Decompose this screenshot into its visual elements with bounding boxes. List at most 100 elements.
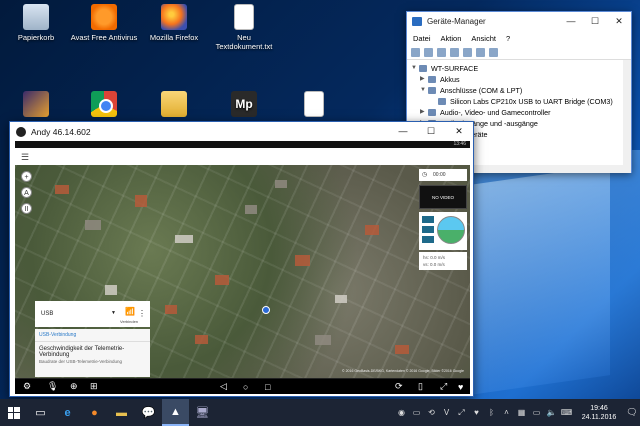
menu-ansicht[interactable]: Ansicht <box>471 34 496 43</box>
device-manager-icon <box>412 17 422 26</box>
tray-up-arrow-icon[interactable]: ˄ <box>499 408 514 417</box>
minimize-button[interactable]: — <box>559 16 583 27</box>
fullscreen-icon[interactable]: ⤢ <box>440 381 447 392</box>
hamburger-menu-icon[interactable]: ☰ <box>21 152 29 163</box>
status-time: 13:46 <box>453 141 466 147</box>
close-button[interactable]: ✕ <box>607 16 631 27</box>
device-manager-titlebar[interactable]: Geräte-Manager — ☐ ✕ <box>407 12 631 31</box>
phone-icon[interactable]: ▯ <box>418 381 423 392</box>
microphone-icon[interactable]: 🎙 <box>47 381 58 392</box>
recents-icon[interactable]: □ <box>265 382 270 392</box>
tray-heart-icon[interactable]: ♥ <box>469 408 484 417</box>
taskbar-firefox[interactable]: ● <box>81 399 108 426</box>
connection-type-select[interactable]: USB <box>41 311 53 317</box>
close-button[interactable]: ✕ <box>445 126 473 137</box>
system-tray: ◉ ▭ ⟲ V ⤢ ♥ ᛒ ˄ ▦ ▭ 🔈 ⌨ 19:46 24.11.2016… <box>394 399 640 426</box>
vertical-scrollbar[interactable] <box>623 60 631 173</box>
wifi-icon[interactable]: 📶 <box>125 307 135 316</box>
expand-arrow-icon[interactable]: ▶ <box>420 107 428 118</box>
connect-label[interactable]: Verbinden <box>120 319 138 324</box>
view-icon[interactable] <box>437 47 446 57</box>
andy-titlebar[interactable]: Andy 46.14.602 — ☐ ✕ <box>10 122 473 141</box>
desktop-icon-label: Papierkorb <box>17 33 55 42</box>
taskbar-chat[interactable]: 💬 <box>135 399 162 426</box>
telemetry-title[interactable]: Geschwindigkeit der Telemetrie-Verbindun… <box>35 342 150 359</box>
menu-aktion[interactable]: Aktion <box>441 34 462 43</box>
map-zoom-button[interactable]: + <box>21 171 32 182</box>
desktop-icon-pen-app[interactable] <box>0 91 72 120</box>
collapse-arrow-icon[interactable]: ▼ <box>420 85 428 96</box>
back-icon[interactable]: ◁ <box>220 381 227 392</box>
tray-v-icon[interactable]: V <box>439 408 454 417</box>
update-driver-icon[interactable] <box>476 47 485 57</box>
heart-icon[interactable]: ♥ <box>458 382 463 392</box>
properties-icon[interactable] <box>450 47 459 57</box>
desktop-icon-chrome[interactable] <box>68 91 140 120</box>
desktop-icon-recycle-bin[interactable]: Papierkorb <box>0 4 72 42</box>
menu-datei[interactable]: Datei <box>413 34 431 43</box>
maximize-button[interactable]: ☐ <box>417 126 445 137</box>
drone-position-marker[interactable] <box>262 306 270 314</box>
video-feed[interactable]: NO VIDEO AVAILABLE <box>419 185 467 224</box>
rotate-icon[interactable]: ⟳ <box>395 381 403 392</box>
document-icon <box>304 91 324 117</box>
forward-icon[interactable] <box>424 47 433 57</box>
battery-icon <box>428 76 436 83</box>
map-pause-button[interactable]: II <box>21 203 32 214</box>
desktop-icon-mission-planner[interactable]: Mp <box>208 91 280 120</box>
taskbar-device-manager[interactable]: 🖥 <box>189 399 216 426</box>
monitor-icon[interactable] <box>489 47 498 57</box>
tray-network-icon[interactable]: ▦ <box>514 408 529 417</box>
taskbar-clock[interactable]: 19:46 24.11.2016 <box>574 404 624 422</box>
android-navigation-bar: ⚙ 🎙 ⊕ ⊞ ◁ ○ □ ⟳ ▯ ⤢ ♥ <box>15 379 470 394</box>
help-icon[interactable] <box>463 47 472 57</box>
more-options-icon[interactable]: ⋮ <box>138 309 146 318</box>
tray-display-icon[interactable]: ▭ <box>409 408 424 417</box>
tree-item-ports[interactable]: ▼ Anschlüsse (COM & LPT) <box>411 85 627 96</box>
telemetry-button[interactable] <box>422 236 434 243</box>
tray-bluetooth-icon[interactable]: ᛒ <box>484 408 499 417</box>
back-icon[interactable] <box>411 47 420 57</box>
start-button[interactable] <box>0 399 27 426</box>
tree-item-akkus[interactable]: ▶ Akkus <box>411 74 627 85</box>
telemetry-button[interactable] <box>422 216 434 223</box>
map-auto-button[interactable]: A <box>21 187 32 198</box>
home-icon[interactable]: ○ <box>243 382 248 392</box>
tree-item-computer[interactable]: ▼ WT-SURFACE <box>411 63 627 74</box>
tray-keyboard-icon[interactable]: ⌨ <box>559 408 574 417</box>
tray-volume-icon[interactable]: 🔈 <box>544 408 559 417</box>
collapse-arrow-icon[interactable]: ▼ <box>411 63 419 74</box>
desktop-icon-avast[interactable]: Avast Free Antivirus <box>68 4 140 42</box>
expand-arrow-icon[interactable]: ▶ <box>420 74 428 85</box>
tray-battery-icon[interactable]: ▭ <box>529 408 544 417</box>
network-icon[interactable]: ⊞ <box>90 381 98 392</box>
desktop-icon-text-document[interactable]: Neu Textdokument.txt <box>208 4 280 51</box>
dropdown-arrow-icon[interactable]: ▼ <box>111 310 116 316</box>
desktop-icon-document[interactable] <box>278 91 350 120</box>
tree-item-cp210x[interactable]: Silicon Labs CP210x USB to UART Bridge (… <box>411 96 627 107</box>
tray-expand-icon[interactable]: ⤢ <box>454 408 469 418</box>
settings-icon[interactable]: ⚙ <box>23 381 31 392</box>
location-icon[interactable]: ⊕ <box>70 381 78 392</box>
taskbar-explorer[interactable]: ▬ <box>108 399 135 426</box>
tray-record-icon[interactable]: ◉ <box>394 408 409 417</box>
andy-emulator-window[interactable]: Andy 46.14.602 — ☐ ✕ 13:46 ☰ + A II USB … <box>9 121 474 397</box>
vertical-speed: vs: 0.0 m/s <box>423 262 445 267</box>
desktop-icon-folder[interactable] <box>138 91 210 120</box>
android-screen[interactable]: 13:46 ☰ + A II USB ▼ 📶 Verbinden ⋮ USB-V… <box>15 141 470 393</box>
action-center-icon[interactable]: 🗨 <box>624 407 640 418</box>
menu-help[interactable]: ? <box>506 34 510 43</box>
task-view-button[interactable]: ▭ <box>27 399 54 426</box>
taskbar-andy[interactable]: ▲ <box>162 399 189 426</box>
desktop-icon-firefox[interactable]: Mozilla Firefox <box>138 4 210 42</box>
folder-icon: ▬ <box>116 406 127 419</box>
taskbar-edge[interactable]: e <box>54 399 81 426</box>
desktop-icon-label: Mozilla Firefox <box>149 33 199 42</box>
maximize-button[interactable]: ☐ <box>583 16 607 27</box>
device-manager-menubar: Datei Aktion Ansicht ? <box>407 31 631 45</box>
clock-time: 19:46 <box>590 404 608 412</box>
tray-rotate-icon[interactable]: ⟲ <box>424 408 439 417</box>
telemetry-button[interactable] <box>422 226 434 233</box>
minimize-button[interactable]: — <box>389 126 417 137</box>
tree-item-audio-video[interactable]: ▶ Audio-, Video- und Gamecontroller <box>411 107 627 118</box>
